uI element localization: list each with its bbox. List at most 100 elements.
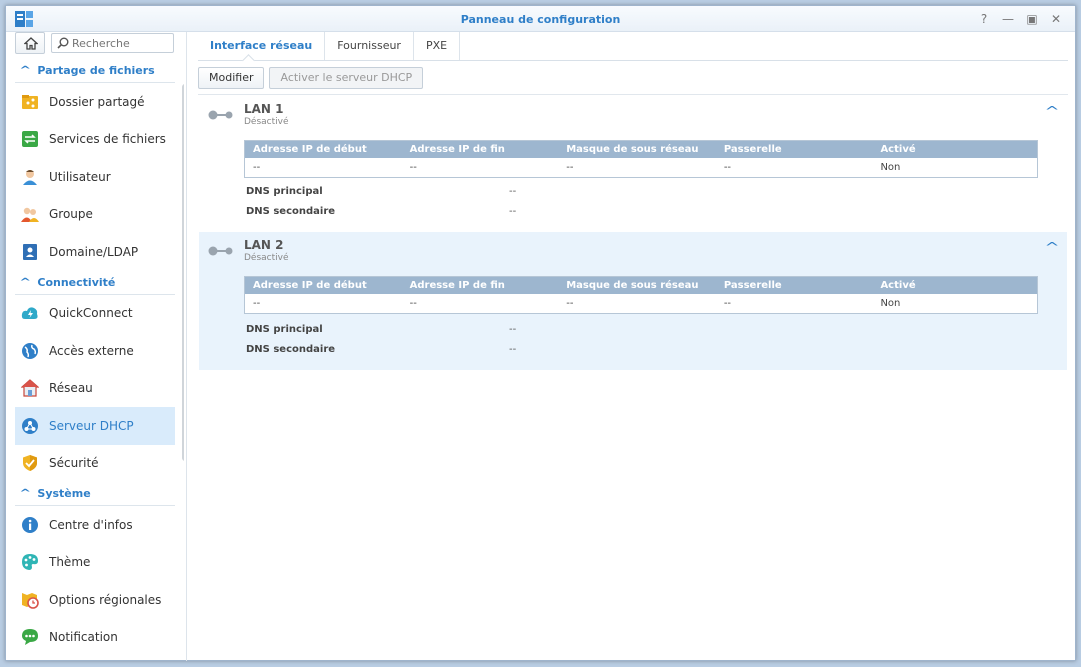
table-cell: -- bbox=[253, 298, 261, 309]
tab-network-interface[interactable]: Interface réseau bbox=[198, 32, 326, 60]
lan-1-panel: LAN 1 Désactivé ^ Adresse IP de début Ad… bbox=[199, 96, 1067, 234]
network-icon bbox=[21, 379, 39, 397]
sidebar-item-security[interactable]: Sécurité bbox=[15, 445, 175, 483]
notification-icon bbox=[22, 629, 38, 646]
dns-primary-label: DNS principal bbox=[246, 324, 323, 335]
table-cell: -- bbox=[253, 162, 261, 173]
sidebar-item-network[interactable]: Réseau bbox=[15, 370, 175, 408]
lan-port-icon bbox=[208, 110, 233, 120]
search-input[interactable] bbox=[72, 36, 170, 51]
column-header[interactable]: Masque de sous réseau bbox=[558, 277, 716, 294]
column-header[interactable]: Passerelle bbox=[716, 141, 873, 158]
column-header[interactable]: Adresse IP de fin bbox=[402, 141, 559, 158]
sidebar-scrollbar[interactable] bbox=[182, 84, 184, 461]
dns-secondary-label: DNS secondaire bbox=[246, 206, 336, 217]
quickconnect-icon bbox=[21, 307, 38, 320]
lan-status: Désactivé bbox=[244, 253, 289, 263]
dns-primary-value: -- bbox=[509, 324, 517, 335]
control-panel-window: Panneau de configuration ? — ▣ ✕ Recherc… bbox=[5, 5, 1076, 661]
table-header: Adresse IP de début Adresse IP de fin Ma… bbox=[245, 141, 1037, 158]
sidebar-item-notification[interactable]: Notification bbox=[15, 619, 175, 657]
minimize-icon[interactable]: — bbox=[999, 11, 1017, 27]
table-cell: -- bbox=[409, 162, 417, 173]
theme-icon bbox=[22, 554, 38, 571]
edit-button[interactable]: Modifier bbox=[198, 67, 265, 89]
group-icon bbox=[21, 208, 39, 223]
nav-list: ^ Partage de fichiers Dossier partagé Ser… bbox=[15, 59, 175, 656]
dns-secondary-value: -- bbox=[509, 206, 517, 217]
title-bar: Panneau de configuration ? — ▣ ✕ bbox=[6, 6, 1075, 32]
nav-section-file-sharing[interactable]: ^ Partage de fichiers bbox=[15, 59, 175, 83]
column-header[interactable]: Adresse IP de début bbox=[245, 277, 402, 294]
table-row[interactable]: -- -- -- -- Non bbox=[245, 294, 1037, 313]
lan-2-table: Adresse IP de début Adresse IP de fin Ma… bbox=[244, 276, 1038, 314]
nav-section-system[interactable]: ^ Système bbox=[15, 482, 175, 506]
table-header: Adresse IP de début Adresse IP de fin Ma… bbox=[245, 277, 1037, 294]
regional-options-icon bbox=[22, 592, 39, 609]
dns-primary-row: DNS principal -- bbox=[246, 324, 646, 338]
column-header[interactable]: Activé bbox=[872, 277, 1037, 294]
close-icon[interactable]: ✕ bbox=[1047, 11, 1065, 27]
table-cell: -- bbox=[566, 162, 574, 173]
dns-secondary-value: -- bbox=[509, 344, 517, 355]
dns-primary-label: DNS principal bbox=[246, 186, 323, 197]
column-header[interactable]: Adresse IP de fin bbox=[402, 277, 559, 294]
sidebar-item-domain-ldap[interactable]: Domaine/LDAP bbox=[15, 233, 175, 271]
security-icon bbox=[23, 455, 37, 472]
dns-secondary-row: DNS secondaire -- bbox=[246, 344, 646, 358]
column-header[interactable]: Activé bbox=[872, 141, 1037, 158]
shared-folder-icon bbox=[22, 94, 38, 109]
table-cell: -- bbox=[409, 298, 417, 309]
collapse-chevron-icon[interactable]: ^ bbox=[1044, 104, 1059, 118]
info-center-icon bbox=[22, 516, 38, 533]
table-cell: -- bbox=[566, 298, 574, 309]
collapse-chevron-icon[interactable]: ^ bbox=[1044, 240, 1059, 254]
sidebar-item-group[interactable]: Groupe bbox=[15, 196, 175, 234]
dns-primary-value: -- bbox=[509, 186, 517, 197]
lan-2-panel: LAN 2 Désactivé ^ Adresse IP de début Ad… bbox=[199, 232, 1067, 370]
home-icon bbox=[24, 37, 38, 50]
table-cell: -- bbox=[723, 162, 732, 173]
column-header[interactable]: Adresse IP de début bbox=[245, 141, 402, 158]
sidebar-item-external-access[interactable]: Accès externe bbox=[15, 332, 175, 370]
nav-section-connectivity[interactable]: ^ Connectivité bbox=[15, 271, 175, 295]
column-header[interactable]: Passerelle bbox=[716, 277, 873, 294]
chevron-up-icon: ^ bbox=[19, 488, 32, 499]
sidebar: ^Partage de fichiers Dossier partagé Ser… bbox=[15, 32, 184, 661]
domain-ldap-icon bbox=[23, 243, 37, 260]
dns-secondary-row: DNS secondaire -- bbox=[246, 206, 646, 220]
tab-pxe[interactable]: PXE bbox=[414, 32, 461, 60]
sidebar-item-dhcp-server[interactable]: Serveur DHCP bbox=[15, 407, 175, 445]
enable-dhcp-button[interactable]: Activer le serveur DHCP bbox=[269, 67, 424, 89]
tab-bar: Interface réseau Fournisseur PXE bbox=[198, 32, 1068, 61]
lan-status: Désactivé bbox=[244, 117, 289, 127]
sidebar-item-regional-options[interactable]: Options régionales bbox=[15, 581, 175, 619]
table-cell: Non bbox=[880, 298, 901, 309]
sidebar-item-info-center[interactable]: Centre d'infos bbox=[15, 506, 175, 544]
search-box[interactable] bbox=[51, 33, 174, 53]
column-header[interactable]: Masque de sous réseau bbox=[558, 141, 716, 158]
external-access-icon bbox=[22, 342, 38, 359]
lan-port-icon bbox=[208, 246, 233, 256]
file-services-icon bbox=[22, 131, 38, 148]
table-cell: Non bbox=[880, 162, 901, 173]
sidebar-item-file-services[interactable]: Services de fichiers bbox=[15, 121, 175, 159]
lan-name: LAN 1 bbox=[244, 102, 284, 116]
sidebar-item-quickconnect[interactable]: QuickConnect bbox=[15, 295, 175, 333]
search-icon bbox=[57, 37, 69, 49]
sidebar-item-shared-folder[interactable]: Dossier partagé bbox=[15, 83, 175, 121]
home-button[interactable] bbox=[15, 32, 45, 54]
table-row[interactable]: -- -- -- -- Non bbox=[245, 158, 1037, 177]
tab-provider[interactable]: Fournisseur bbox=[325, 32, 414, 60]
chevron-up-icon: ^ bbox=[19, 65, 32, 76]
dns-secondary-label: DNS secondaire bbox=[246, 344, 336, 355]
sidebar-item-user[interactable]: Utilisateur bbox=[15, 158, 175, 196]
maximize-icon[interactable]: ▣ bbox=[1023, 11, 1041, 27]
help-icon[interactable]: ? bbox=[975, 11, 993, 27]
table-cell: -- bbox=[723, 298, 732, 309]
sidebar-item-theme[interactable]: Thème bbox=[15, 544, 175, 582]
chevron-up-icon: ^ bbox=[19, 276, 32, 288]
toolbar-divider bbox=[198, 94, 1068, 95]
dhcp-server-icon bbox=[22, 417, 38, 434]
user-icon bbox=[23, 169, 37, 185]
